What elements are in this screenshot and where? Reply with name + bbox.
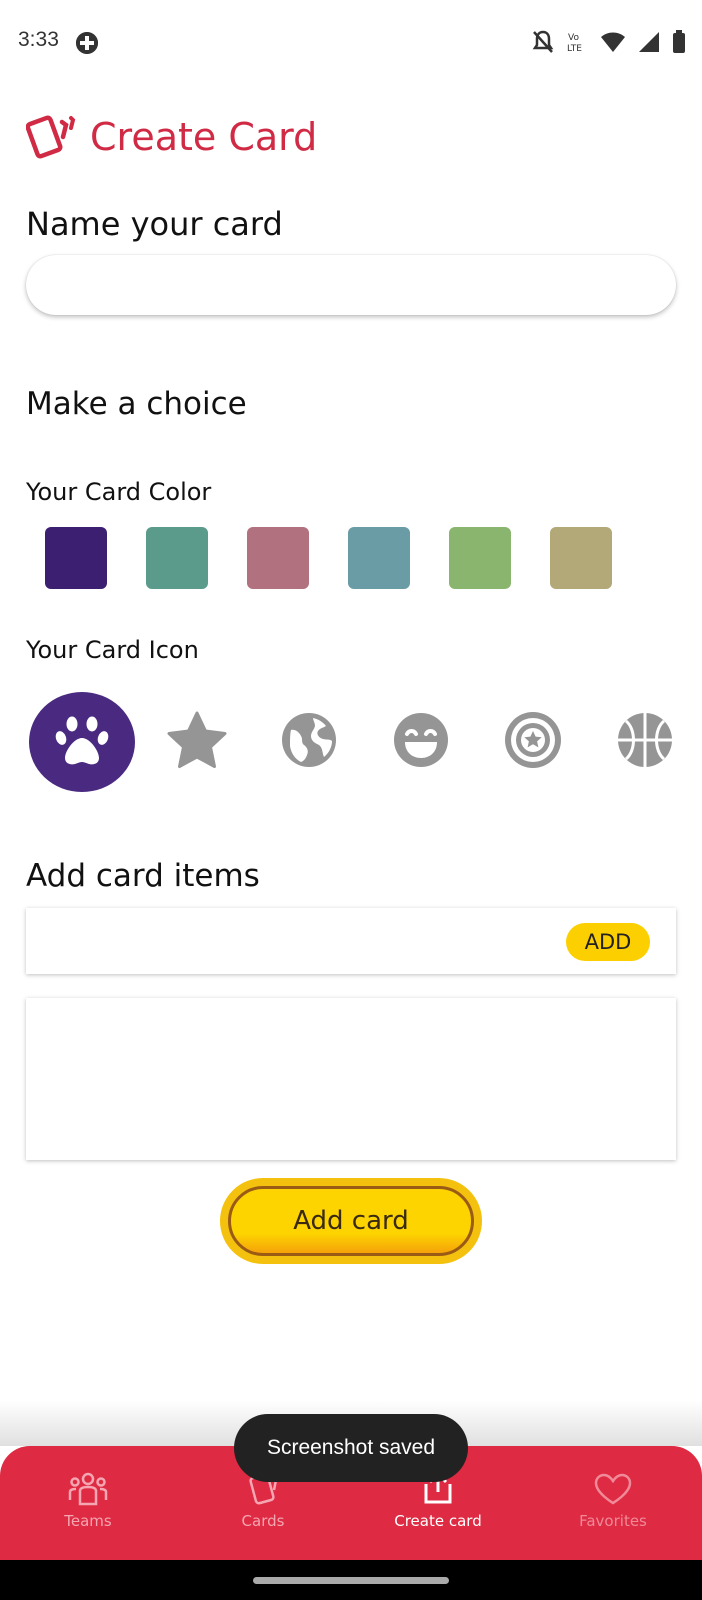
nav-label-favorites: Favorites	[579, 1512, 647, 1530]
nav-item-teams[interactable]: Teams	[18, 1472, 158, 1530]
icon-label: Your Card Icon	[26, 636, 199, 664]
color-swatch[interactable]	[449, 527, 511, 589]
signal-icon	[638, 31, 660, 57]
page-title: Create Card	[90, 115, 318, 159]
create-card-screen: 3:33 Vo LTE Create Card Name your card M…	[0, 0, 702, 1600]
status-bar: 3:33 Vo LTE	[0, 0, 702, 88]
add-card-label: Add card	[228, 1186, 474, 1256]
screenshot-toast: Screenshot saved	[234, 1414, 468, 1482]
color-label: Your Card Color	[26, 478, 212, 506]
paw-icon	[54, 712, 110, 772]
nav-label-create-card: Create card	[394, 1512, 482, 1530]
game-controller-icon	[76, 32, 98, 54]
icon-option-paw[interactable]	[29, 692, 135, 792]
status-time: 3:33	[18, 28, 59, 51]
icon-option-globe[interactable]	[253, 692, 365, 792]
smile-icon	[393, 712, 449, 772]
color-swatch[interactable]	[348, 527, 410, 589]
icon-option-shield[interactable]	[477, 692, 589, 792]
svg-text:Vo: Vo	[568, 33, 579, 43]
items-label: Add card items	[26, 858, 260, 894]
nav-label-cards: Cards	[241, 1512, 285, 1530]
color-swatch[interactable]	[550, 527, 612, 589]
star-icon	[167, 711, 227, 773]
svg-text:LTE: LTE	[567, 44, 582, 54]
wifi-icon	[600, 31, 626, 57]
status-icons: Vo LTE	[532, 30, 686, 58]
notifications-off-icon	[532, 30, 554, 58]
app-header: Create Card	[25, 112, 318, 162]
heart-icon	[543, 1472, 683, 1508]
item-input-container: ADD	[26, 908, 676, 974]
icon-option-star[interactable]	[141, 692, 253, 792]
volte-icon: Vo LTE	[566, 30, 588, 58]
name-label: Name your card	[26, 205, 283, 243]
cards-icon	[25, 112, 76, 162]
teams-icon	[18, 1472, 158, 1508]
color-swatch[interactable]	[247, 527, 309, 589]
card-items-list	[26, 998, 676, 1160]
choice-label: Make a choice	[26, 386, 247, 422]
icon-picker	[29, 692, 701, 792]
color-picker	[45, 527, 612, 589]
color-swatch[interactable]	[146, 527, 208, 589]
icon-option-basketball[interactable]	[589, 692, 701, 792]
captain-shield-icon	[504, 711, 562, 773]
card-item-input[interactable]	[38, 918, 542, 966]
battery-icon	[672, 30, 686, 58]
icon-option-smile[interactable]	[365, 692, 477, 792]
add-item-button[interactable]: ADD	[566, 923, 650, 961]
nav-item-favorites[interactable]: Favorites	[543, 1472, 683, 1530]
nav-label-teams: Teams	[64, 1512, 112, 1530]
add-card-button[interactable]: Add card	[220, 1178, 482, 1264]
card-name-input[interactable]	[26, 255, 676, 315]
color-swatch[interactable]	[45, 527, 107, 589]
globe-icon	[281, 712, 337, 772]
home-indicator[interactable]	[253, 1577, 449, 1584]
basketball-icon	[617, 712, 673, 772]
